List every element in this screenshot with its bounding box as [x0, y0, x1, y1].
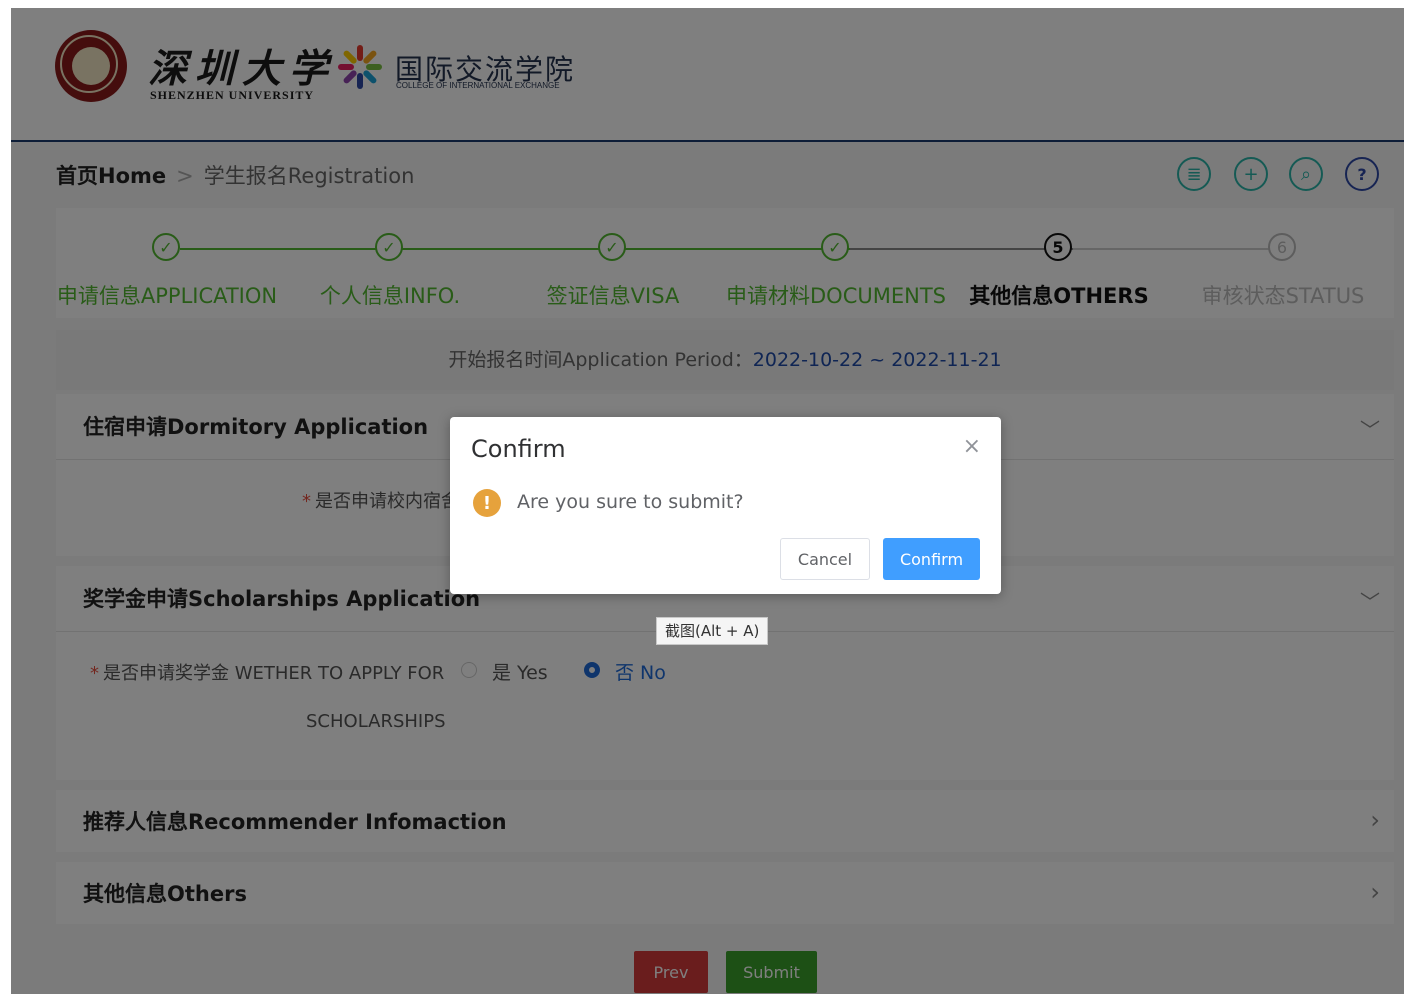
close-icon[interactable]: × — [963, 434, 981, 459]
warning-icon: ! — [473, 489, 501, 517]
cancel-button[interactable]: Cancel — [780, 538, 870, 580]
confirm-dialog: Confirm × ! Are you sure to submit? Canc… — [450, 417, 1001, 594]
dialog-message: Are you sure to submit? — [517, 491, 744, 513]
dialog-title: Confirm — [471, 435, 566, 463]
app-window: 深圳大学 SHENZHEN UNIVERSITY 国际交流学院 COLLEGE … — [11, 8, 1404, 994]
confirm-button[interactable]: Confirm — [883, 538, 980, 580]
screenshot-tooltip: 截图(Alt + A) — [656, 617, 769, 645]
